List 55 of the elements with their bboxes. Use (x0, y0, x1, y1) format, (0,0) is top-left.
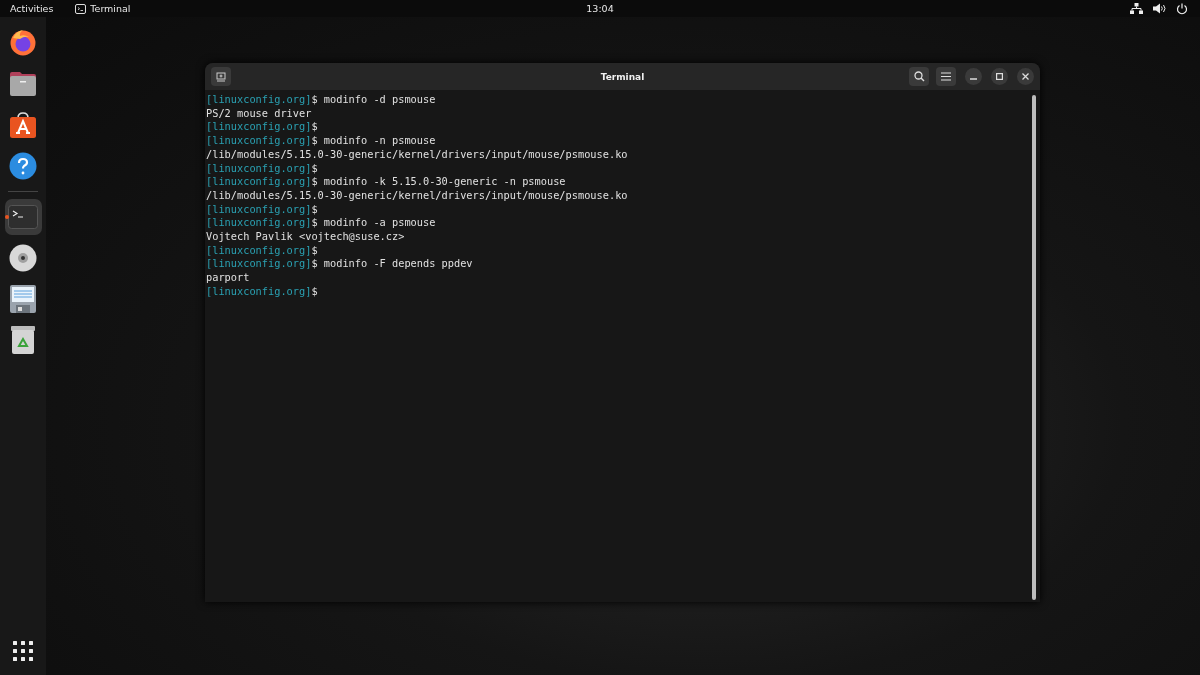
activities-button[interactable]: Activities (10, 3, 54, 14)
maximize-icon (996, 73, 1003, 80)
volume-icon[interactable] (1153, 3, 1166, 14)
terminal-output: /lib/modules/5.15.0-30-generic/kernel/drivers/input/mouse/psmouse.ko (206, 147, 628, 160)
window-title: Terminal (600, 71, 645, 82)
floppy-document-icon (10, 285, 36, 313)
terminal-prompt: [linuxconfig.org] (206, 120, 312, 133)
terminal-prompt: [linuxconfig.org] (206, 216, 312, 229)
power-icon[interactable] (1176, 2, 1188, 15)
terminal-prompt: [linuxconfig.org] (206, 93, 312, 105)
terminal-output: parport (206, 271, 250, 284)
close-icon (1022, 73, 1029, 80)
terminal-icon (8, 205, 38, 229)
terminal-prompt: [linuxconfig.org] (206, 284, 312, 297)
folder-icon (9, 71, 37, 97)
terminal-output: PS/2 mouse driver (206, 106, 312, 119)
terminal-command: $ (311, 243, 318, 256)
menu-icon (941, 72, 951, 81)
terminal-command: $ (311, 120, 318, 133)
maximize-button[interactable] (991, 68, 1008, 85)
running-indicator (4, 215, 9, 219)
terminal-command: $ modinfo -F depends ppdev (311, 257, 473, 270)
terminal-prompt: [linuxconfig.org] (206, 257, 312, 270)
terminal-prompt: [linuxconfig.org] (206, 243, 312, 256)
terminal-output: Vojtech Pavlik <vojtech@suse.cz> (206, 230, 405, 243)
terminal-prompt: [linuxconfig.org] (206, 134, 312, 147)
network-icon[interactable] (1130, 3, 1143, 14)
clock[interactable]: 13:04 (586, 3, 614, 14)
terminal-command: $ modinfo -d psmouse (311, 93, 436, 105)
scrollbar[interactable] (1032, 95, 1036, 600)
search-icon (913, 71, 925, 82)
disc-icon (9, 244, 37, 272)
fox-globe-icon (9, 29, 37, 57)
minimize-button[interactable] (965, 68, 982, 85)
terminal-prompt: [linuxconfig.org] (206, 161, 312, 174)
terminal-prompt: [linuxconfig.org] (206, 202, 312, 215)
terminal-command: $ (311, 284, 318, 297)
terminal-command: $ (311, 161, 318, 174)
terminal-icon (75, 3, 87, 14)
help-icon (9, 152, 37, 180)
app-menu[interactable]: Terminal (75, 3, 131, 14)
show-apps-grid-icon[interactable] (13, 641, 33, 661)
terminal-command: $ modinfo -k 5.15.0-30-generic -n psmouse (311, 175, 566, 188)
terminal-command: $ modinfo -n psmouse (311, 134, 436, 147)
recycle-bin-icon (11, 326, 35, 354)
terminal-prompt: [linuxconfig.org] (206, 175, 312, 188)
new-tab-button[interactable] (211, 67, 231, 86)
menu-button[interactable] (936, 67, 956, 86)
new-tab-icon (216, 71, 226, 82)
terminal-command: $ (311, 202, 318, 215)
shopping-bag-icon (9, 111, 37, 139)
terminal-output: /lib/modules/5.15.0-30-generic/kernel/drivers/input/mouse/psmouse.ko (206, 188, 628, 201)
terminal-command: $ modinfo -a psmouse (311, 216, 436, 229)
search-button[interactable] (909, 67, 929, 86)
close-button[interactable] (1017, 68, 1034, 85)
